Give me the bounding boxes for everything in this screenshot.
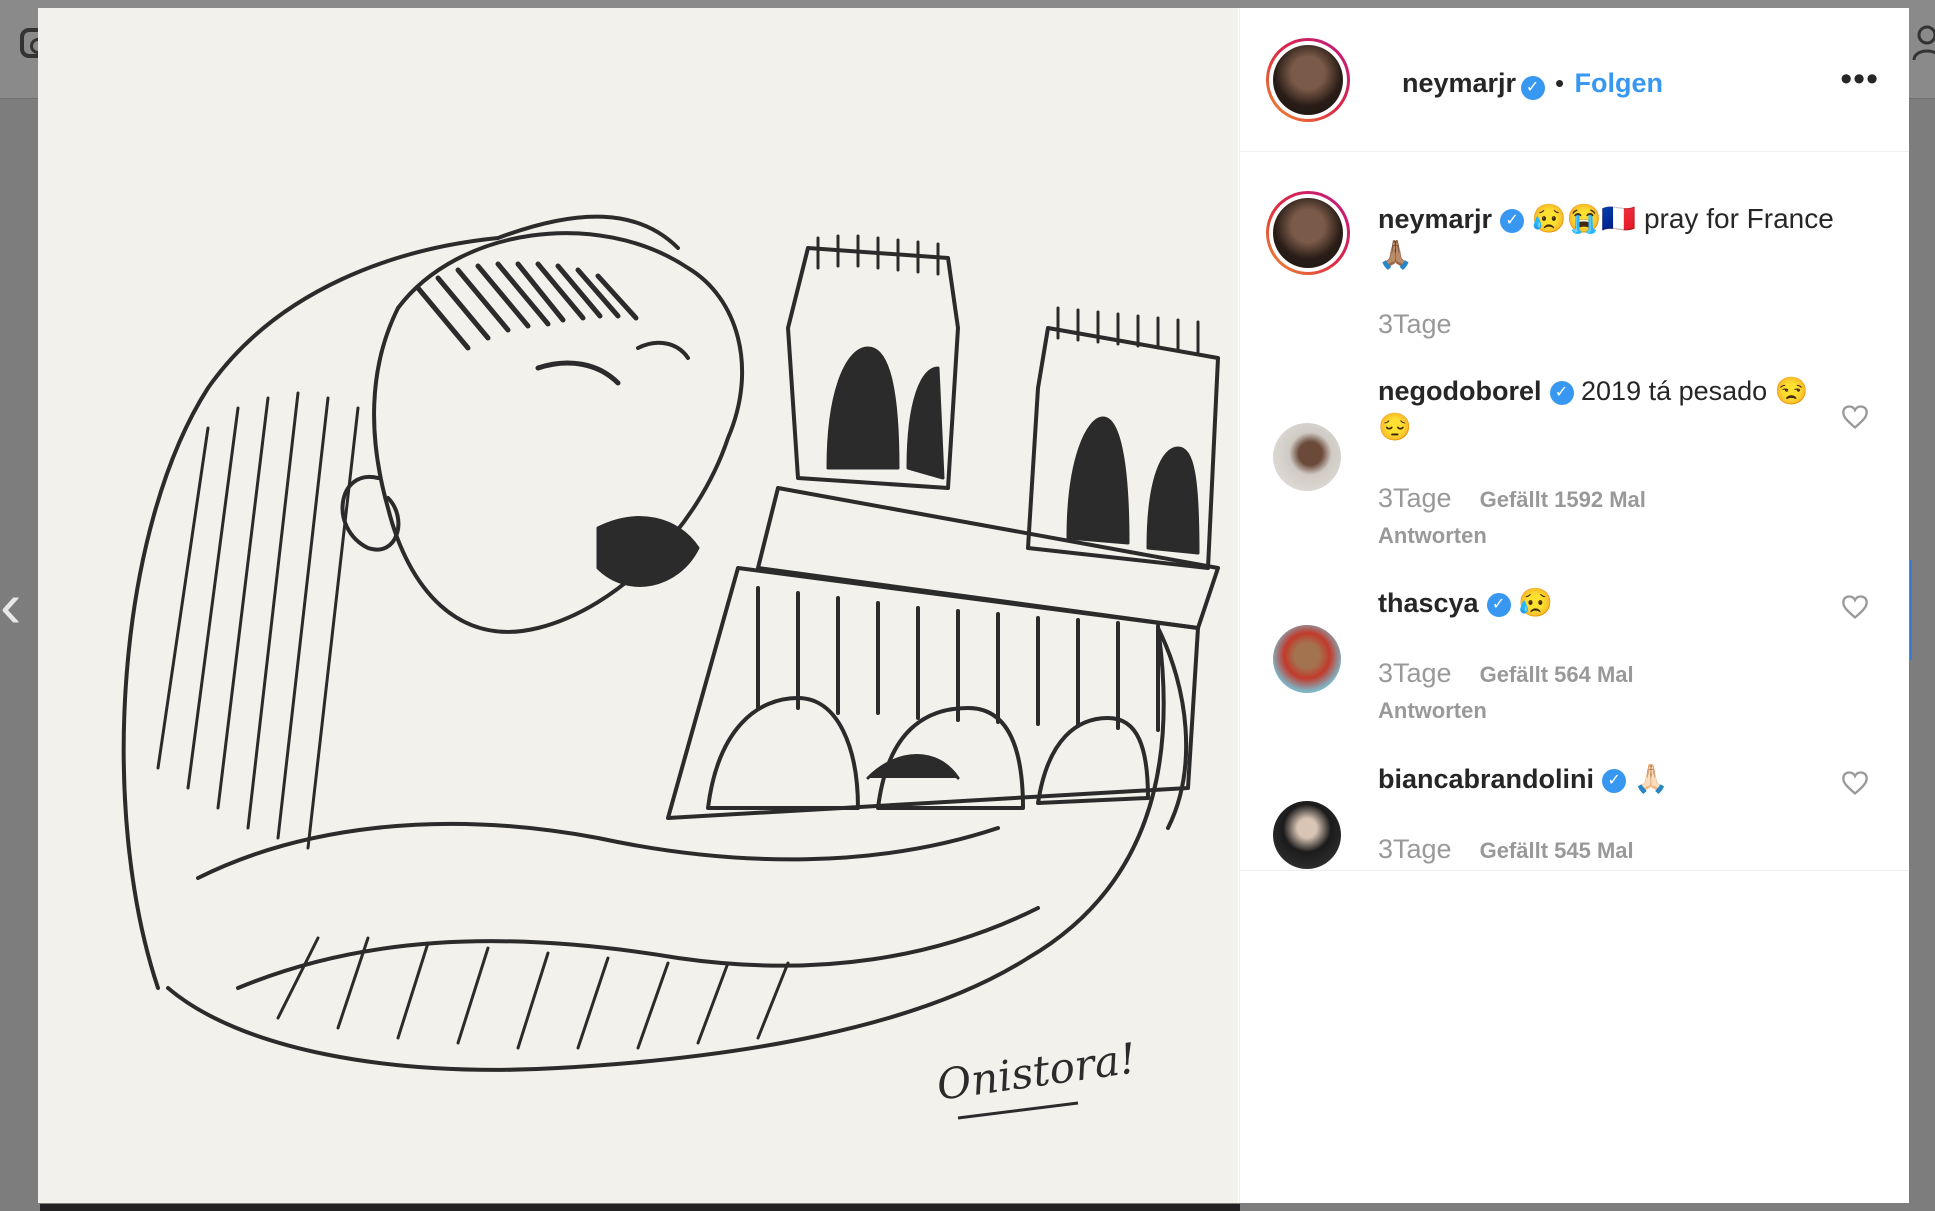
comment-list-divider xyxy=(1240,870,1909,871)
author-username[interactable]: neymarjr xyxy=(1402,68,1516,98)
background-right-edge xyxy=(1910,560,1935,660)
caption-username[interactable]: neymarjr xyxy=(1378,204,1492,234)
reply-button[interactable]: Antworten xyxy=(1378,523,1487,549)
like-heart-icon[interactable] xyxy=(1841,593,1869,621)
commenter-avatar[interactable] xyxy=(1273,801,1341,869)
author-avatar[interactable] xyxy=(1266,38,1350,122)
comment-time[interactable]: 3Tage xyxy=(1378,483,1452,513)
profile-icon[interactable] xyxy=(1912,24,1935,60)
comment-text-block: negodoborel ✓ 2019 tá pesado 😒😔 xyxy=(1378,373,1839,445)
caption-avatar[interactable] xyxy=(1266,191,1350,275)
verified-badge-icon: ✓ xyxy=(1520,75,1545,100)
reply-button[interactable]: Antworten xyxy=(1378,698,1487,724)
comment-text-block: biancabrandolini ✓ 🙏🏻 xyxy=(1378,761,1839,797)
post-header: neymarjr ✓ • Folgen ••• xyxy=(1240,8,1909,152)
comment-likes[interactable]: Gefällt 1592 Mal xyxy=(1480,487,1646,512)
comment-text-block: thascya ✓ 😥 xyxy=(1378,585,1839,621)
caption-time[interactable]: 3Tage xyxy=(1378,309,1452,340)
commenter-avatar[interactable] xyxy=(1273,423,1341,491)
comment-time[interactable]: 3Tage xyxy=(1378,658,1452,688)
sketch-drawing: Onistora! xyxy=(38,8,1238,1203)
post-image: Onistora! xyxy=(38,8,1238,1203)
comment-text: 🙏🏻 xyxy=(1633,763,1669,794)
like-heart-icon[interactable] xyxy=(1841,769,1869,797)
comment-likes[interactable]: Gefällt 545 Mal xyxy=(1480,838,1634,863)
verified-badge-icon: ✓ xyxy=(1549,380,1574,405)
follow-button[interactable]: Folgen xyxy=(1575,68,1664,98)
comment-text: 😥 xyxy=(1518,587,1553,618)
post-side-panel: neymarjr ✓ • Folgen ••• neymarjr ✓ 😥😭🇫🇷 p… xyxy=(1239,8,1909,1203)
comment-username[interactable]: negodoborel xyxy=(1378,376,1542,406)
comment-meta: 3Tage Gefällt 564 Mal xyxy=(1378,658,1634,689)
comment-username[interactable]: thascya xyxy=(1378,588,1479,618)
comment-meta: 3Tage Gefällt 1592 Mal xyxy=(1378,483,1646,514)
more-options-icon[interactable]: ••• xyxy=(1840,60,1879,99)
post-header-user: neymarjr ✓ • Folgen xyxy=(1402,68,1663,100)
verified-badge-icon: ✓ xyxy=(1602,768,1627,793)
commenter-avatar[interactable] xyxy=(1273,625,1341,693)
separator-dot: • xyxy=(1554,68,1565,98)
comment-time[interactable]: 3Tage xyxy=(1378,834,1452,864)
comment-meta: 3Tage Gefällt 545 Mal xyxy=(1378,834,1634,865)
post-modal: Onistora! neymarjr ✓ • Folgen ••• neymar… xyxy=(38,8,1909,1203)
caption-text-block: neymarjr ✓ 😥😭🇫🇷 pray for France 🙏🏽 xyxy=(1378,201,1839,273)
comment-username[interactable]: biancabrandolini xyxy=(1378,764,1594,794)
verified-badge-icon: ✓ xyxy=(1486,592,1511,617)
like-heart-icon[interactable] xyxy=(1841,403,1869,431)
background-strip xyxy=(40,1204,1240,1211)
comment-likes[interactable]: Gefällt 564 Mal xyxy=(1480,662,1634,687)
previous-post-chevron-icon[interactable]: ‹ xyxy=(0,573,40,637)
verified-badge-icon: ✓ xyxy=(1500,208,1525,233)
comment-list[interactable]: neymarjr ✓ 😥😭🇫🇷 pray for France 🙏🏽 3Tage … xyxy=(1240,151,1909,871)
